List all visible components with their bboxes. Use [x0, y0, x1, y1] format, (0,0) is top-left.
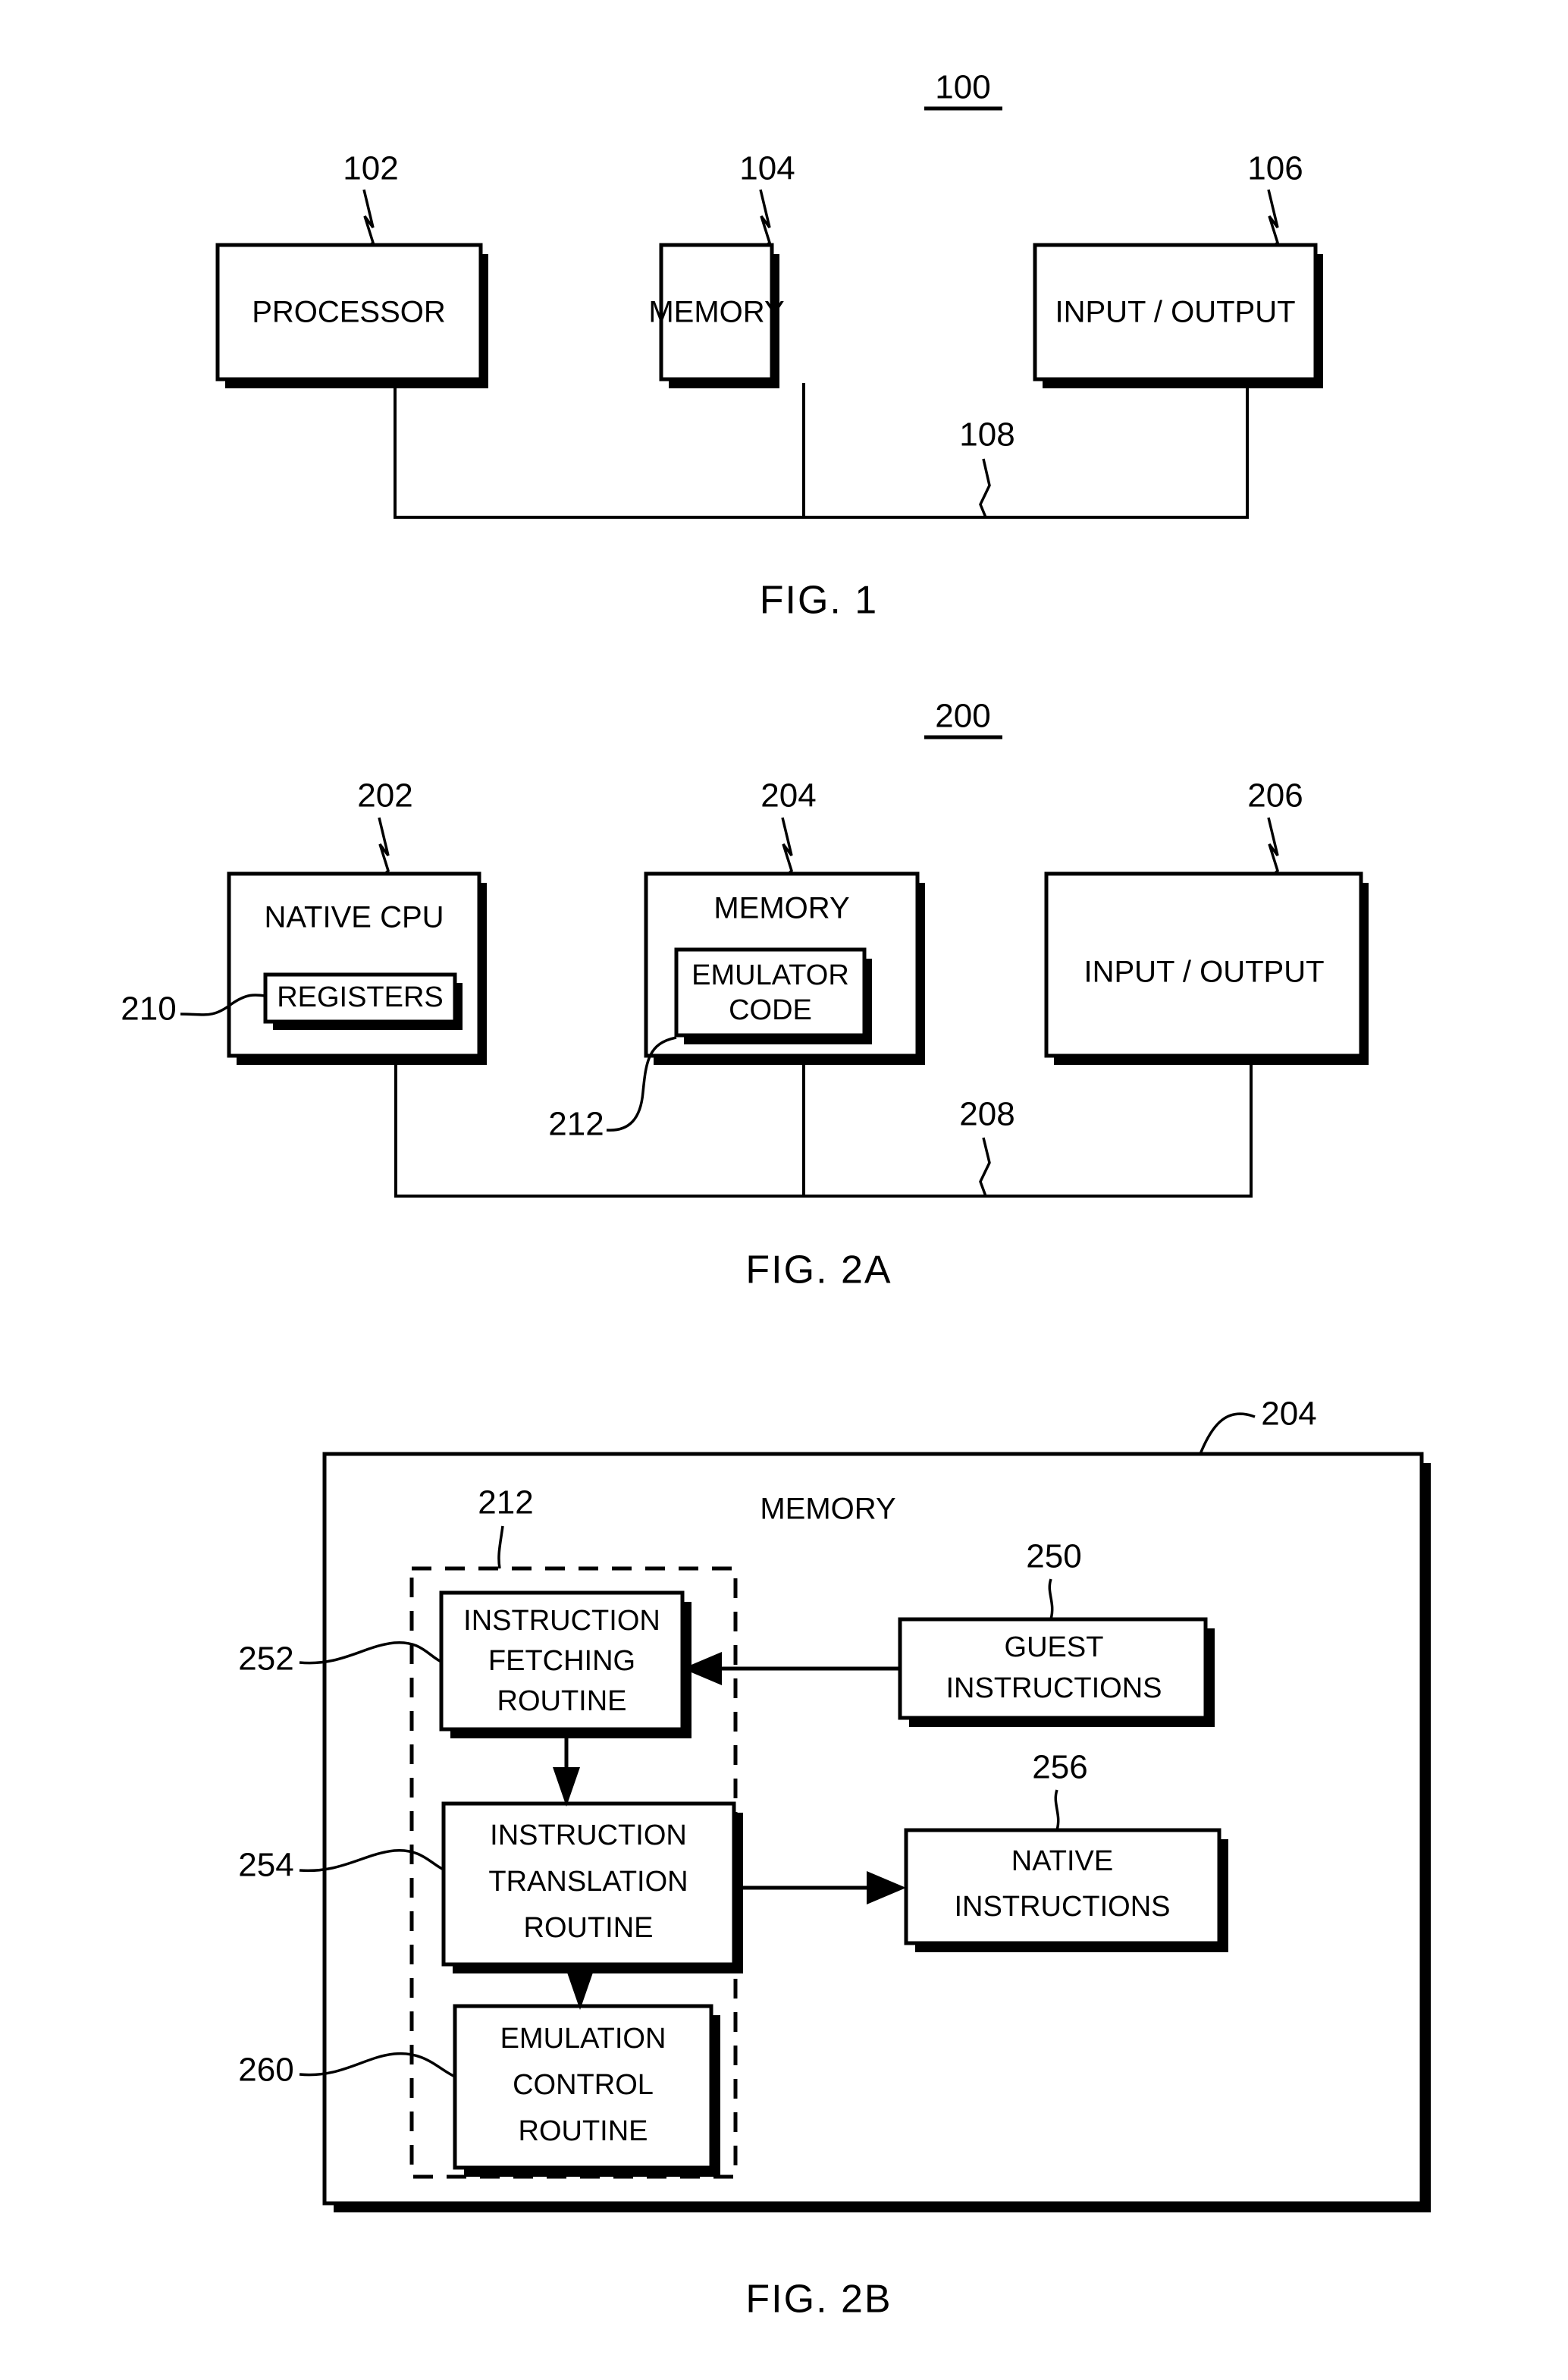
fig2a-system-ref: 200: [924, 698, 1002, 739]
fig1-block-input-output: 106 INPUT / OUTPUT: [1033, 150, 1323, 388]
fig2a-memory-label: MEMORY: [713, 892, 849, 925]
fig2b-guest-instructions-line2: INSTRUCTIONS: [946, 1672, 1162, 1704]
fig2a-native-cpu-label: NATIVE CPU: [264, 901, 444, 934]
fig2a-memory-ref: 204: [760, 777, 816, 815]
fig1-bus-line: [394, 383, 1249, 519]
fig1-system-ref: 100: [924, 69, 1002, 111]
fig2b-control-routine-line1: EMULATION: [500, 2023, 666, 2055]
fig2b-translation-routine-line3: ROUTINE: [524, 1912, 654, 1944]
fig1-input-output-ref: 106: [1247, 150, 1303, 187]
fig2a-block-memory: 204 MEMORY EMULATOR CODE 212: [548, 777, 925, 1143]
fig2b-native-instructions-ref: 256: [1032, 1749, 1087, 1786]
fig2b-memory-title: MEMORY: [760, 1493, 895, 1526]
fig2b-container-leader-line: [1199, 1412, 1256, 1455]
fig2a-bus-leader-line: [979, 1137, 991, 1197]
fig1-bus-ref: 108: [959, 416, 1014, 454]
fig2b-native-instructions-line1: NATIVE: [1011, 1845, 1113, 1877]
fig2a-memory-leader-line: [781, 817, 793, 875]
fig2a-input-output-leader-line: [1267, 817, 1279, 875]
fig2b-block-emulation-control-routine: EMULATION CONTROL ROUTINE 260: [238, 2004, 720, 2177]
fig1-bus: 108: [394, 383, 1249, 519]
fig2a-input-output-label: INPUT / OUTPUT: [1083, 956, 1324, 989]
fig2b-translation-routine-line2: TRANSLATION: [488, 1866, 688, 1898]
fig2a-registers-label: REGISTERS: [277, 981, 444, 1013]
fig2a-bus: 208: [394, 1060, 1253, 1198]
fig2a-caption: FIG. 2A: [745, 1248, 892, 1292]
fig2a-emulator-code-label-line2: CODE: [729, 994, 812, 1026]
fig2b-container-ref: 204: [1261, 1396, 1316, 1433]
fig2b-control-routine-line3: ROUTINE: [519, 2115, 648, 2147]
fig2b-control-routine-ref: 260: [238, 2052, 293, 2089]
fig2a-native-cpu-leader-line: [378, 817, 390, 875]
fig2a-block-input-output: 206 INPUT / OUTPUT: [1044, 777, 1369, 1065]
fig1-bus-leader-line: [979, 458, 991, 518]
fig2a-bus-ref: 208: [959, 1096, 1014, 1133]
fig1-memory-ref: 104: [739, 150, 795, 187]
fig2b-fetching-routine-line3: ROUTINE: [497, 1685, 627, 1717]
figure-1: 100 102 PROCESSOR 104 MEMORY 106 INPUT /…: [215, 69, 1323, 623]
patent-drawing-sheet: 100 102 PROCESSOR 104 MEMORY 106 INPUT /…: [0, 0, 1568, 2380]
figure-2a: 200 202 NATIVE CPU REGISTERS 210 204 MEM…: [121, 698, 1369, 1292]
fig1-processor-label: PROCESSOR: [252, 296, 446, 329]
fig2b-translation-routine-ref: 254: [238, 1847, 293, 1884]
fig1-block-processor: 102 PROCESSOR: [215, 150, 488, 388]
fig2a-registers-ref: 210: [121, 991, 176, 1028]
fig2b-fetching-routine-line2: FETCHING: [488, 1645, 635, 1677]
fig2b-block-instruction-translation-routine: INSTRUCTION TRANSLATION ROUTINE 254: [238, 1801, 743, 1973]
fig2b-fetching-routine-line1: INSTRUCTION: [463, 1605, 660, 1637]
fig2a-input-output-ref: 206: [1247, 777, 1303, 815]
fig2a-system-ref-label: 200: [935, 698, 990, 735]
fig2a-bus-line: [394, 1060, 1253, 1198]
fig1-system-ref-label: 100: [935, 69, 990, 106]
fig1-block-memory: 104 MEMORY: [648, 150, 795, 388]
fig2b-native-instructions-line2: INSTRUCTIONS: [955, 1891, 1171, 1923]
fig2a-block-native-cpu: 202 NATIVE CPU REGISTERS 210: [121, 777, 487, 1065]
fig2a-native-cpu-ref: 202: [357, 777, 412, 815]
fig2b-guest-instructions-line1: GUEST: [1005, 1631, 1104, 1663]
fig2b-guest-instructions-ref: 250: [1026, 1538, 1081, 1575]
fig2b-caption: FIG. 2B: [745, 2278, 892, 2322]
fig1-input-output-label: INPUT / OUTPUT: [1055, 296, 1295, 329]
fig2b-emulator-group-ref: 212: [478, 1484, 533, 1521]
fig2b-block-instruction-fetching-routine: INSTRUCTION FETCHING ROUTINE 252: [238, 1590, 691, 1738]
fig1-processor-ref: 102: [343, 150, 398, 187]
fig2a-emulator-code-label-line1: EMULATOR: [691, 959, 849, 991]
figure-2b: 204 MEMORY 212 INSTRUCTION FETCHING ROUT…: [238, 1396, 1431, 2322]
fig1-caption: FIG. 1: [760, 579, 878, 623]
fig1-input-output-leader-line: [1267, 189, 1280, 246]
fig1-memory-label: MEMORY: [648, 296, 784, 329]
fig2b-fetching-routine-ref: 252: [238, 1641, 293, 1678]
fig1-processor-leader-line: [362, 189, 375, 246]
fig2b-control-routine-line2: CONTROL: [513, 2069, 654, 2101]
fig2a-emulator-code-ref: 212: [548, 1106, 604, 1143]
fig1-memory-leader-line: [759, 189, 772, 246]
fig2b-translation-routine-line1: INSTRUCTION: [490, 1820, 687, 1851]
